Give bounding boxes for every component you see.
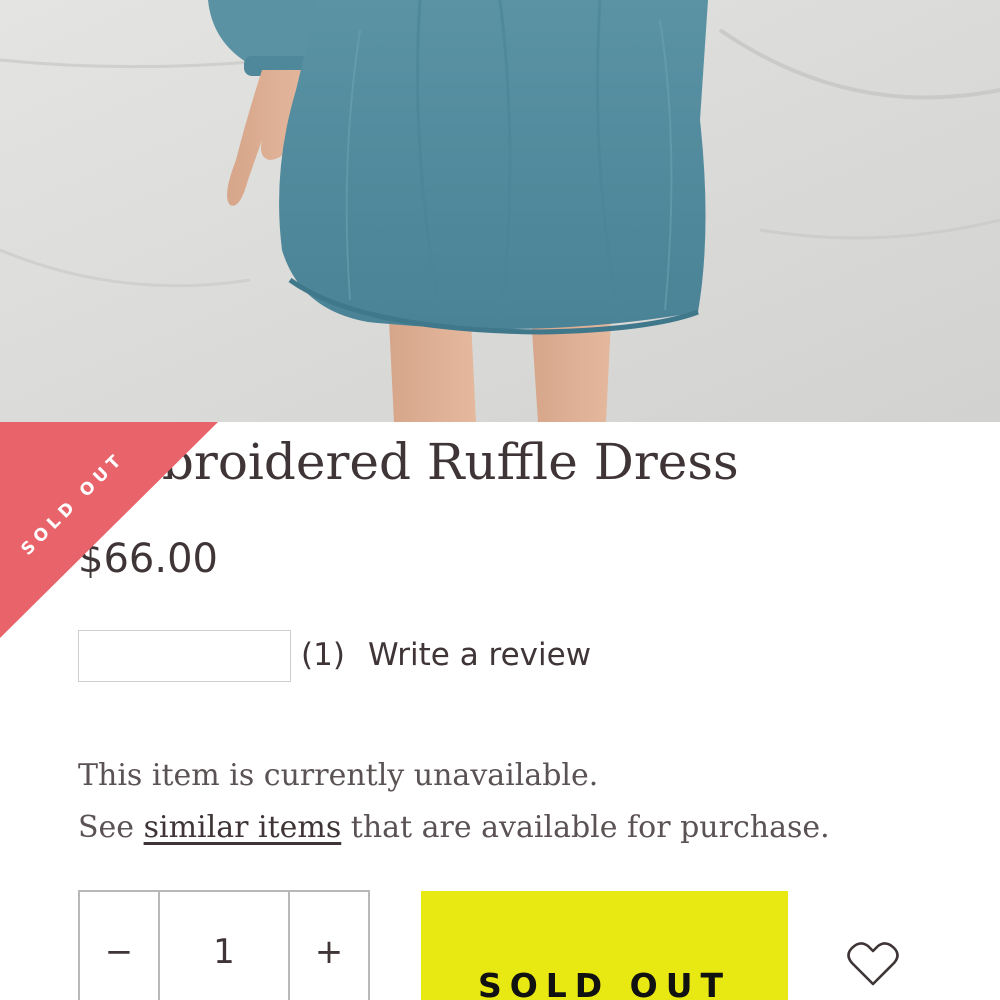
review-count: (1) <box>301 637 345 673</box>
product-title: Embroidered Ruffle Dress <box>78 433 739 491</box>
availability-line-2: See similar items that are available for… <box>78 802 830 854</box>
heart-icon[interactable] <box>846 940 900 988</box>
quantity-increase-button[interactable]: + <box>290 892 368 1000</box>
availability-prefix: See <box>78 810 144 845</box>
sold-out-button[interactable]: SOLD OUT <box>421 891 788 1000</box>
quantity-stepper: − 1 + <box>78 890 370 1000</box>
quantity-input[interactable]: 1 <box>160 892 290 1000</box>
availability-suffix: that are available for purchase. <box>341 810 830 845</box>
write-review-link[interactable]: Write a review <box>368 632 591 678</box>
similar-items-link[interactable]: similar items <box>144 810 342 845</box>
product-price: $66.00 <box>78 536 218 582</box>
rating-stars[interactable] <box>78 630 291 682</box>
availability-line-1: This item is currently unavailable. <box>78 758 599 793</box>
quantity-decrease-button[interactable]: − <box>80 892 160 1000</box>
product-image[interactable] <box>0 0 1000 422</box>
availability-message: This item is currently unavailable. See … <box>78 750 830 854</box>
product-page: Embroidered Ruffle Dress SOLD OUT $66.00… <box>0 0 1000 1000</box>
